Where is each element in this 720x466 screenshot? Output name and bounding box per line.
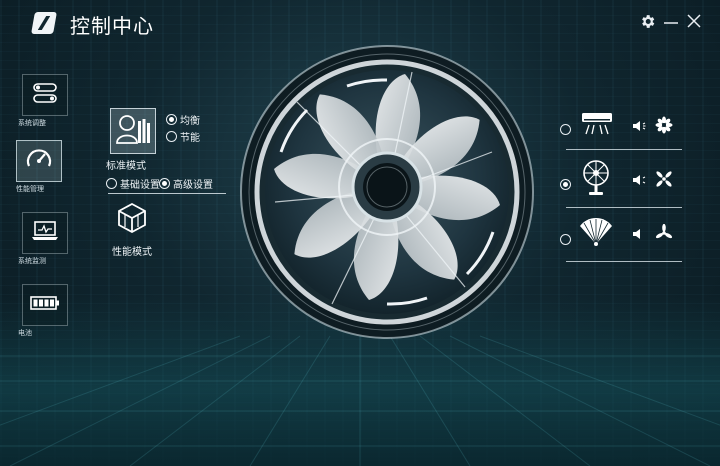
divider	[108, 193, 226, 194]
fan-profile-performance[interactable]	[560, 214, 682, 262]
speaker-low-icon	[632, 172, 648, 191]
fan-visual	[237, 42, 537, 342]
speaker-low-icon	[632, 118, 648, 137]
divider	[566, 149, 682, 150]
sidebar-item-performance[interactable]: 性能管理	[16, 140, 70, 194]
performance-mode-button[interactable]	[113, 200, 151, 240]
sidebar-icon-box	[22, 212, 68, 254]
divider	[566, 261, 682, 262]
performance-mode-label: 性能模式	[112, 247, 152, 258]
battery-icon	[30, 295, 60, 315]
control-center-window: 控制中心 系统调整 性能管理 系统监测 电池 标准模式 均衡 节能 基础设置 高…	[0, 0, 720, 466]
radio-unselected-icon	[560, 124, 571, 135]
balanced-label: 均衡	[180, 116, 200, 127]
air-conditioner-icon	[580, 110, 614, 144]
fan-profile-quiet[interactable]	[560, 106, 682, 150]
fan-four-blade-icon	[655, 170, 673, 192]
toggle-switches-icon	[32, 82, 58, 108]
power-saving-radio[interactable]: 节能	[166, 129, 200, 144]
basic-settings-radio[interactable]: 基础设置	[106, 176, 160, 191]
radio-unselected-icon	[106, 178, 117, 189]
gear-icon[interactable]	[639, 13, 656, 35]
fan-dense-icon	[655, 116, 673, 138]
standard-mode-button[interactable]	[110, 108, 156, 154]
sidebar-item-label: 系统调整	[18, 119, 46, 127]
minimize-icon[interactable]	[663, 9, 679, 34]
sidebar-item-label: 性能管理	[16, 185, 44, 193]
divider	[566, 207, 682, 208]
speedometer-icon	[25, 146, 53, 176]
radio-unselected-icon	[560, 234, 571, 245]
sidebar-icon-box	[16, 140, 62, 182]
sidebar-icon-box	[22, 74, 68, 116]
sidebar-item-label: 电池	[18, 329, 32, 337]
radio-unselected-icon	[166, 131, 177, 142]
cube-icon	[117, 202, 147, 238]
laptop-monitor-icon	[30, 220, 60, 246]
balanced-radio[interactable]: 均衡	[166, 112, 200, 127]
basic-settings-label: 基础设置	[120, 180, 160, 191]
desk-fan-icon	[581, 158, 611, 202]
app-logo-icon	[31, 12, 57, 34]
window-title: 控制中心	[70, 14, 154, 38]
radio-selected-icon	[166, 114, 177, 125]
radio-selected-icon	[159, 178, 170, 189]
standard-mode-label: 标准模式	[106, 161, 146, 172]
fan-three-blade-icon	[655, 223, 673, 246]
sidebar-icon-box	[22, 284, 68, 326]
speaker-low-icon	[632, 226, 648, 245]
user-books-icon	[114, 111, 152, 151]
advanced-settings-radio[interactable]: 高级设置	[159, 176, 213, 191]
sidebar-item-system-tuning[interactable]: 系统调整	[18, 74, 72, 128]
hand-fan-icon	[578, 216, 614, 254]
sidebar-item-system-monitor[interactable]: 系统监测	[18, 212, 72, 266]
sidebar-item-label: 系统监测	[18, 257, 46, 265]
sidebar-item-battery[interactable]: 电池	[18, 284, 72, 338]
radio-selected-icon	[560, 179, 571, 190]
close-icon[interactable]	[687, 13, 701, 33]
fan-profile-balanced[interactable]	[560, 158, 682, 208]
power-saving-label: 节能	[180, 133, 200, 144]
advanced-settings-label: 高级设置	[173, 180, 213, 191]
